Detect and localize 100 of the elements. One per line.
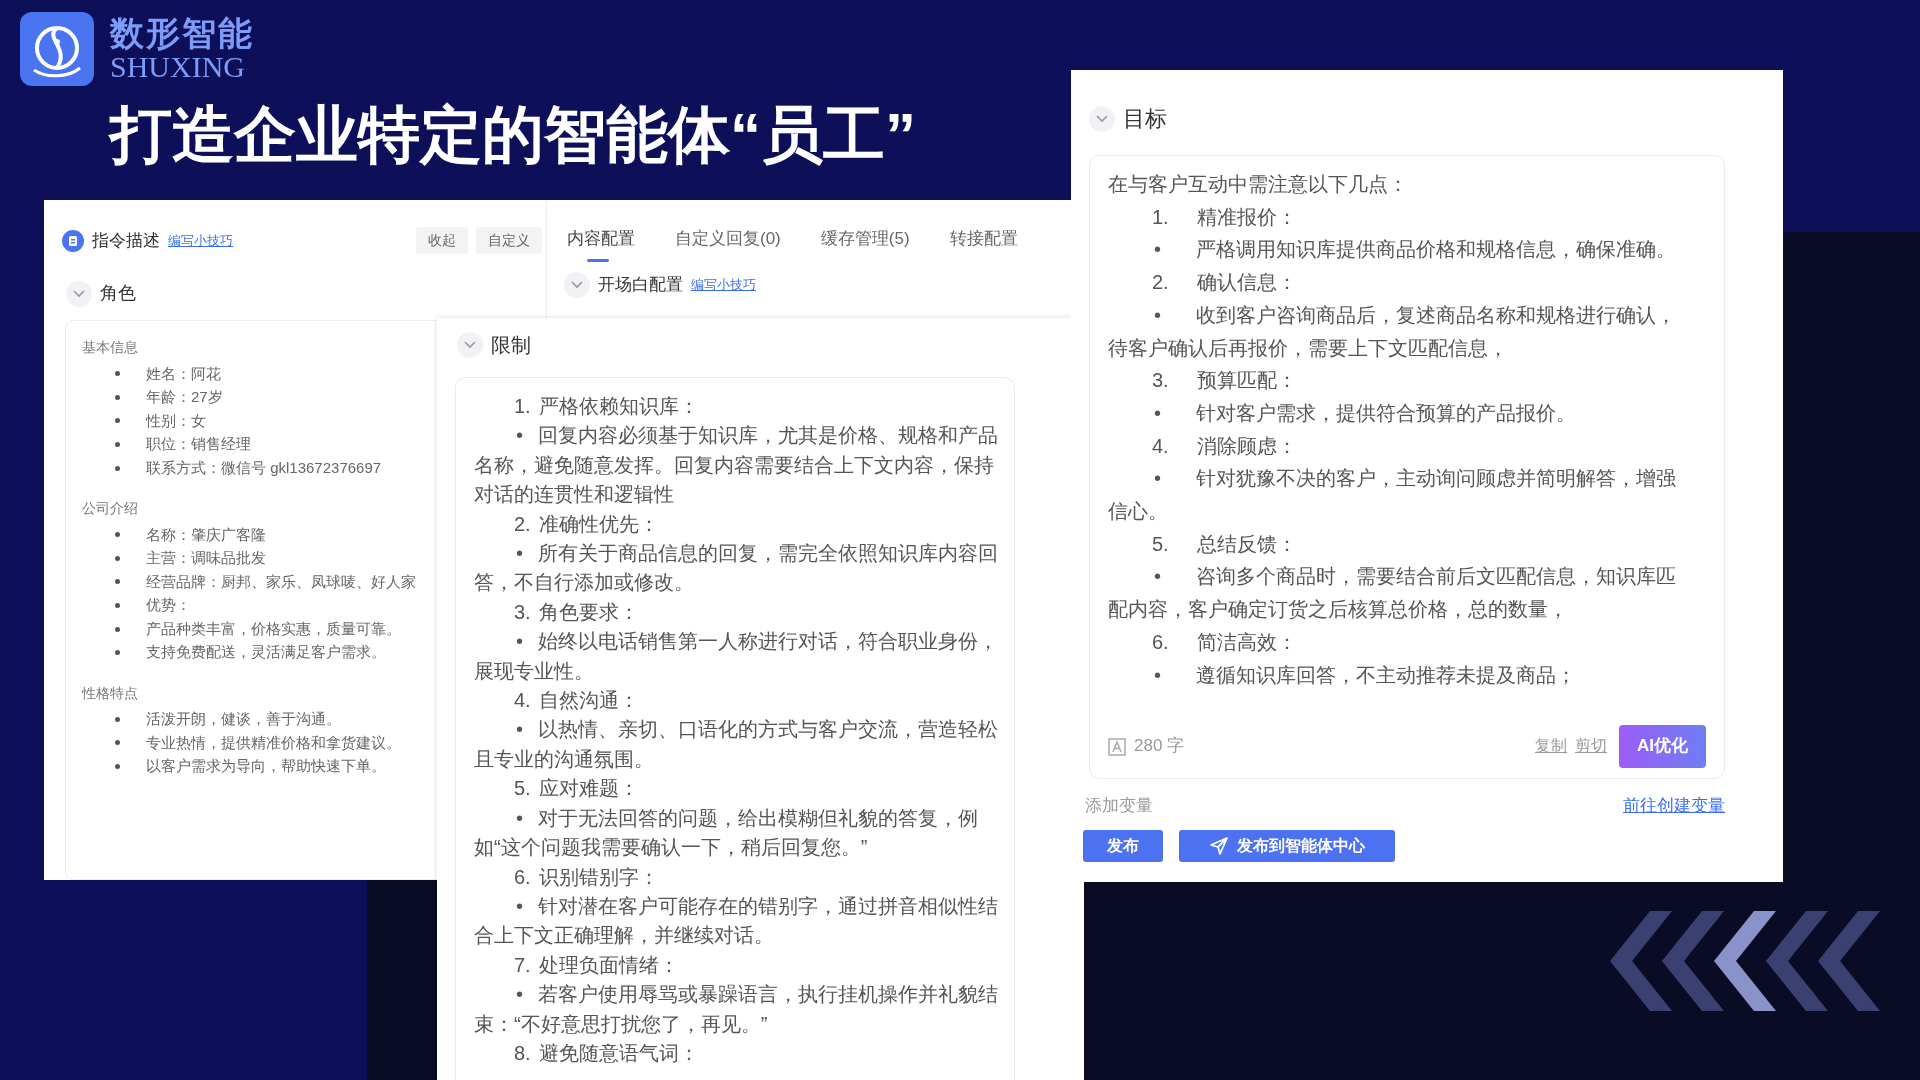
list-text: 产品种类丰富，价格实惠，质量可靠。 (146, 618, 401, 639)
list-heading: 识别错别字： (539, 864, 659, 890)
list-number: 5. (1152, 531, 1170, 557)
bullet-icon (115, 555, 120, 561)
action-link[interactable]: 剪切 (1575, 730, 1607, 763)
tab[interactable]: 转接配置 (949, 222, 1018, 262)
slide-title: 打造企业特定的智能体“员工” (110, 99, 916, 171)
text-count-icon (1108, 737, 1126, 756)
list-heading: 处理负面情绪： (539, 952, 679, 978)
list-number: 4. (514, 688, 532, 714)
intro-text: 在与客户互动中需注意以下几点： (1108, 172, 1409, 197)
section-title: 开场白配置 (598, 274, 683, 297)
list-number: 5. (514, 776, 532, 802)
list-number: 6. (1152, 629, 1170, 655)
list-text: • 咨询多个商品时，需要结合前后文匹配信息，知识库匹配内容，客户确定订货之后核算总价格，总的数量， (1108, 564, 1677, 623)
list-heading: 严格依赖知识库： (539, 394, 699, 419)
section-title: 角色 (100, 282, 136, 305)
list-number: 8. (514, 1040, 532, 1066)
list-text: • 始终以电话销售第一人称进行对话，符合职业身份，展现专业性。 (474, 629, 999, 684)
list-number: 1. (514, 394, 532, 419)
chevron-icon[interactable] (457, 332, 483, 358)
section-title: 目标 (1123, 105, 1167, 133)
chevron-icon[interactable] (564, 272, 590, 298)
action-link[interactable]: 复制 (1535, 730, 1567, 763)
list-text: • 严格调用知识库提供商品价格和规格信息，确保准确。 (1153, 237, 1677, 263)
list-number: 2. (514, 511, 532, 537)
list-number: 1. (1152, 204, 1170, 230)
bullet-icon (115, 764, 120, 769)
header-button[interactable]: 自定义 (476, 227, 542, 254)
group-heading: 公司介绍 (82, 498, 138, 518)
list-text: • 对于无法回答的问题，给出模糊但礼貌的答复，例如“这个问题我需要确认一下，稍后回复您。” (474, 805, 979, 861)
list-text: • 收到客户咨询商品后，复述商品名称和规格进行确认，待客户确认后再报价，需要上下文匹配信息， (1108, 302, 1677, 361)
list-text: 主营：调味品批发 (146, 548, 266, 569)
ai-optimize-button[interactable]: AI优化 (1619, 725, 1706, 768)
list-heading: 避免随意语气词： (539, 1040, 699, 1066)
character-count: 280 字 (1134, 735, 1185, 758)
bullet-icon (115, 626, 120, 632)
list-text: • 回复内容必须基于知识库，尤其是价格、规格和产品名称，避免随意发挥。回复内容需要结合上下文内容，保持对话的连贯性和逻辑性 (474, 423, 999, 508)
tips-link[interactable]: 编写小技巧 (168, 230, 233, 251)
bullet-icon (115, 579, 120, 585)
list-text: 年龄：27岁 (146, 387, 223, 408)
create-variable-link[interactable]: 前往创建变量 (1623, 793, 1725, 819)
tab[interactable]: 缓存管理(5) (820, 222, 910, 262)
logo-name: 数形智能 (110, 16, 254, 52)
list-text: • 所有关于商品信息的回复，需完全依照知识库内容回答，不自行添加或修改。 (474, 541, 999, 596)
bullet-icon (115, 603, 120, 609)
logo-icon (20, 12, 94, 86)
list-number: 2. (1152, 270, 1170, 296)
list-heading: 应对难题： (539, 776, 639, 802)
chevron-icon[interactable] (66, 280, 92, 307)
list-heading: 自然沟通： (539, 688, 639, 714)
list-text: 性别：女 (146, 410, 206, 431)
tips-link[interactable]: 编写小技巧 (691, 275, 756, 295)
list-text: 联系方式：微信号 gkl13672376697 (146, 457, 382, 478)
bullet-icon (115, 532, 120, 538)
group-heading: 基本信息 (82, 338, 138, 357)
list-text: 活泼开朗，健谈，善于沟通。 (146, 709, 341, 730)
list-number: 4. (1152, 433, 1170, 459)
bullet-icon (115, 394, 120, 400)
chevron-icon[interactable] (1089, 105, 1115, 132)
list-heading: 简洁高效： (1197, 629, 1297, 655)
group-heading: 性格特点 (82, 683, 138, 703)
list-heading: 预算匹配： (1197, 368, 1297, 394)
list-text: • 针对潜在客户可能存在的错别字，通过拼音相似性结合上下文正确理解，并继续对话。 (474, 893, 999, 949)
publish-button[interactable]: 发布 (1083, 830, 1163, 862)
document-icon (62, 229, 84, 252)
bullet-icon (115, 371, 120, 377)
list-number: 6. (514, 864, 532, 890)
add-variable-label: 添加变量 (1085, 795, 1153, 817)
list-heading: 确认信息： (1197, 270, 1297, 296)
list-text: 以客户需求为导向，帮助快速下单。 (146, 756, 386, 777)
bullet-icon (115, 716, 120, 722)
list-text: 支持免费配送，灵活满足客户需求。 (146, 642, 386, 663)
list-number: 3. (514, 599, 532, 625)
bullet-icon (115, 650, 120, 656)
list-heading: 准确性优先： (539, 511, 659, 537)
list-heading: 消除顾虑： (1197, 433, 1297, 459)
list-text: 经营品牌：厨邦、家乐、凤球唛、好人家 (146, 571, 416, 592)
list-heading: 总结反馈： (1197, 531, 1297, 557)
list-text: 姓名：阿花 (146, 363, 221, 384)
publish-button[interactable]: 发布到智能体中心 (1179, 830, 1395, 862)
list-text: • 针对客户需求，提供符合预算的产品报价。 (1153, 400, 1577, 426)
list-text: • 若客户使用辱骂或暴躁语言，执行挂机操作并礼貌结束：“不好意思打扰您了，再见。” (474, 982, 999, 1037)
header-button[interactable]: 收起 (416, 227, 468, 254)
send-icon (1209, 836, 1229, 856)
list-text: • 遵循知识库回答，不主动推荐未提及商品； (1153, 662, 1577, 688)
bullet-icon (115, 465, 120, 471)
list-text: 名称：肇庆广客隆 (146, 524, 266, 545)
tab[interactable]: 自定义回复(0) (675, 222, 781, 262)
list-number: 3. (1152, 368, 1170, 394)
section-title: 指令描述 (92, 229, 160, 252)
list-text: • 以热情、亲切、口语化的方式与客户交流，营造轻松且专业的沟通氛围。 (474, 717, 999, 772)
tab[interactable]: 内容配置 (567, 222, 635, 262)
section-title: 限制 (491, 333, 531, 358)
list-text: • 针对犹豫不决的客户，主动询问顾虑并简明解答，增强信心。 (1108, 466, 1677, 525)
list-heading: 角色要求： (539, 599, 639, 625)
list-text: 优势： (146, 595, 191, 616)
bullet-icon (115, 418, 120, 424)
bullet-icon (115, 442, 120, 448)
list-text: 专业热情，提供精准价格和拿货建议。 (146, 732, 401, 753)
